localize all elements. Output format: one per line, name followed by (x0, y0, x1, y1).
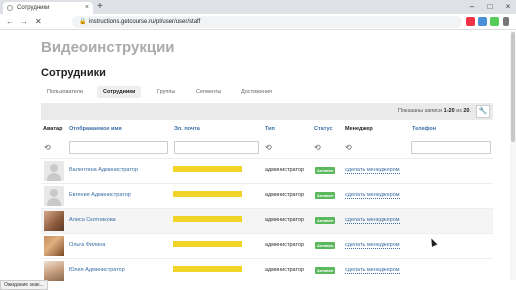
browser-toolbar: ← → ✕ 🔒 instructions.getcourse.ru/pl/use… (0, 14, 516, 30)
filter-row: ⟲ ⟲ ⟲ ⟲ (41, 138, 493, 158)
table-row[interactable]: Евгения Администратор администратор Акти… (41, 183, 493, 208)
avatar (44, 236, 64, 256)
avatar (44, 186, 64, 206)
tab-staff[interactable]: Сотрудники (97, 86, 142, 98)
close-window-button[interactable]: × (500, 0, 516, 14)
make-manager-link[interactable]: сделать менеджером (345, 192, 400, 199)
phone-filter-input[interactable] (411, 141, 491, 154)
make-manager-link[interactable]: сделать менеджером (345, 267, 400, 274)
column-header-email[interactable]: Эл. почта (174, 126, 200, 132)
tab-users[interactable]: Пользователи (41, 86, 89, 98)
status-badge: Активен (315, 242, 336, 249)
new-tab-button[interactable]: + (97, 1, 103, 13)
menu-icon[interactable] (503, 17, 509, 26)
column-header-status[interactable]: Статус (314, 126, 333, 132)
favicon-icon (7, 5, 13, 11)
user-type: администратор (265, 267, 305, 273)
translate-icon[interactable] (478, 17, 487, 26)
column-header-manager: Менеджер (345, 126, 373, 132)
column-header-name[interactable]: Отображаемое имя (69, 126, 122, 132)
table-row[interactable]: Ольга Филина администратор Активен сдела… (41, 233, 493, 258)
refresh-icon[interactable]: ⟲ (44, 143, 51, 152)
lock-icon: 🔒 (79, 19, 87, 25)
table-info-bar: Показаны записи 1-20 из 20. 🔧 (41, 103, 493, 120)
minimize-button[interactable]: – (464, 0, 480, 14)
user-type: администратор (265, 217, 305, 223)
user-name-link[interactable]: Алиса Скотникова (69, 217, 116, 223)
status-badge: Активен (315, 167, 336, 174)
page-content: Видеоинструкции Сотрудники Пользователи … (0, 31, 516, 290)
user-name-link[interactable]: Ольга Филина (69, 242, 105, 248)
manager-filter-icon[interactable]: ⟲ (345, 143, 352, 152)
status-filter-icon[interactable]: ⟲ (314, 143, 321, 152)
avatar (44, 261, 64, 281)
forward-icon[interactable]: → (20, 16, 28, 28)
table-row[interactable]: Алиса Скотникова администратор Активен с… (41, 208, 493, 233)
back-icon[interactable]: ← (6, 16, 14, 28)
user-name-link[interactable]: Валентина Администратор (69, 167, 138, 173)
browser-tab-strip: Сотрудники × + – □ × (0, 0, 516, 14)
tab-achievements[interactable]: Достижения (235, 86, 278, 98)
email-redacted (173, 191, 242, 197)
url-text[interactable]: instructions.getcourse.ru/pl/user/user/s… (89, 16, 200, 28)
avatar (44, 161, 64, 181)
make-manager-link[interactable]: сделать менеджером (345, 217, 400, 224)
tab-close-icon[interactable]: × (85, 2, 89, 14)
status-badge: Активен (315, 192, 336, 199)
name-filter-input[interactable] (69, 141, 168, 154)
page-heading: Видеоинструкции (41, 39, 175, 56)
tab-groups[interactable]: Группы (151, 86, 181, 98)
status-badge: Активен (315, 267, 336, 274)
browser-tab[interactable]: Сотрудники × (3, 2, 93, 14)
extension-icon[interactable] (466, 17, 475, 26)
column-header-type[interactable]: Тип (265, 126, 275, 132)
address-bar[interactable]: 🔒 instructions.getcourse.ru/pl/user/user… (72, 16, 462, 28)
user-name-link[interactable]: Юлия Администратор (69, 267, 125, 273)
scrollbar-thumb[interactable] (511, 32, 515, 142)
email-redacted (173, 241, 242, 247)
records-count: Показаны записи 1-20 из 20. (398, 108, 471, 114)
make-manager-link[interactable]: сделать менеджером (345, 167, 400, 174)
user-type: администратор (265, 192, 305, 198)
make-manager-link[interactable]: сделать менеджером (345, 242, 400, 249)
avatar (44, 211, 64, 231)
email-redacted (173, 266, 242, 272)
browser-status-bar: Ожидание знак... (0, 280, 48, 290)
settings-wrench-icon[interactable]: 🔧 (476, 105, 490, 118)
email-redacted (173, 216, 242, 222)
page-title: Сотрудники (41, 67, 106, 79)
type-filter-icon[interactable]: ⟲ (265, 143, 272, 152)
user-name-link[interactable]: Евгения Администратор (69, 192, 131, 198)
user-type: администратор (265, 167, 305, 173)
column-header-avatar: Аватар (43, 126, 63, 132)
email-redacted (173, 166, 242, 172)
tab-segments[interactable]: Сегменты (190, 86, 227, 98)
column-header-phone[interactable]: Телефон (412, 126, 436, 132)
status-badge: Активен (315, 217, 336, 224)
user-type: администратор (265, 242, 305, 248)
maximize-button[interactable]: □ (482, 0, 498, 14)
extension-icon[interactable] (490, 17, 499, 26)
email-filter-input[interactable] (174, 141, 259, 154)
stop-loading-icon[interactable]: ✕ (35, 16, 42, 28)
table-row[interactable]: Юлия Администратор администратор Активен… (41, 258, 493, 283)
tab-title: Сотрудники (17, 5, 50, 11)
table-row[interactable]: Валентина Администратор администратор Ак… (41, 158, 493, 183)
